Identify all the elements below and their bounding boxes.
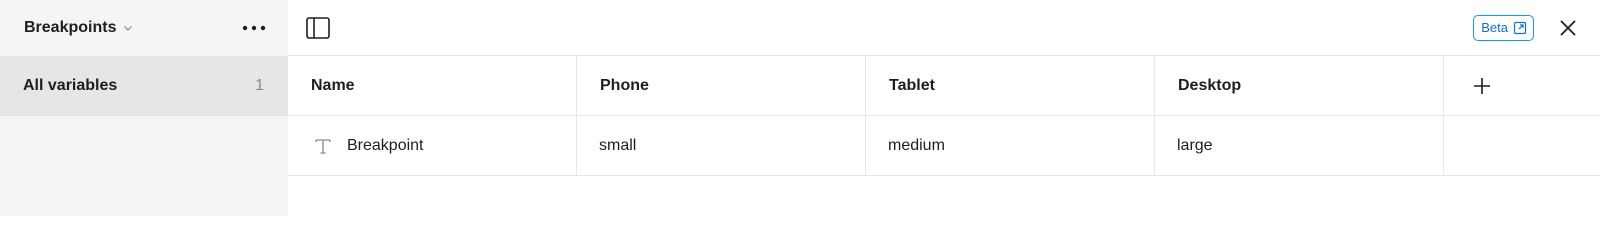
variables-main: Beta Name Phone Tablet Desktop Breakpoin…	[288, 0, 1600, 216]
empty-cell	[1444, 116, 1600, 175]
beta-label: Beta	[1481, 20, 1508, 35]
toggle-sidebar-button[interactable]	[302, 12, 334, 44]
sidebar-item-label: All variables	[23, 77, 118, 94]
variable-name-cell[interactable]: Breakpoint	[288, 116, 577, 175]
more-options-button[interactable]	[236, 10, 272, 46]
column-header-desktop[interactable]: Desktop	[1155, 56, 1444, 115]
sidebar: Breakpoints All variables 1	[0, 0, 288, 216]
more-horizontal-icon	[242, 25, 266, 31]
column-header-tablet[interactable]: Tablet	[866, 56, 1155, 115]
value-cell-phone[interactable]: small	[577, 116, 866, 175]
beta-badge[interactable]: Beta	[1473, 14, 1534, 41]
sidebar-toggle-icon	[306, 16, 330, 39]
plus-icon	[1474, 77, 1490, 94]
table-header-row: Name Phone Tablet Desktop	[288, 56, 1600, 116]
value-cell-tablet[interactable]: medium	[866, 116, 1155, 175]
variables-table: Name Phone Tablet Desktop Breakpoint sma…	[288, 56, 1600, 176]
variable-name: Breakpoint	[347, 136, 424, 154]
column-header-name[interactable]: Name	[288, 56, 577, 115]
collection-title[interactable]: Breakpoints	[24, 19, 116, 37]
value-cell-desktop[interactable]: large	[1155, 116, 1444, 175]
text-type-icon	[313, 136, 333, 156]
sidebar-item-count: 1	[255, 77, 264, 94]
toolbar: Beta	[288, 0, 1600, 56]
chevron-down-icon[interactable]	[122, 22, 134, 34]
sidebar-item-all-variables[interactable]: All variables 1	[0, 56, 288, 116]
column-header-phone[interactable]: Phone	[577, 56, 866, 115]
collection-header: Breakpoints	[0, 0, 288, 56]
add-mode-button[interactable]	[1444, 56, 1600, 115]
external-link-icon	[1513, 21, 1527, 34]
close-icon	[1560, 19, 1576, 36]
close-button[interactable]	[1552, 12, 1584, 44]
table-row[interactable]: Breakpoint small medium large	[288, 116, 1600, 176]
